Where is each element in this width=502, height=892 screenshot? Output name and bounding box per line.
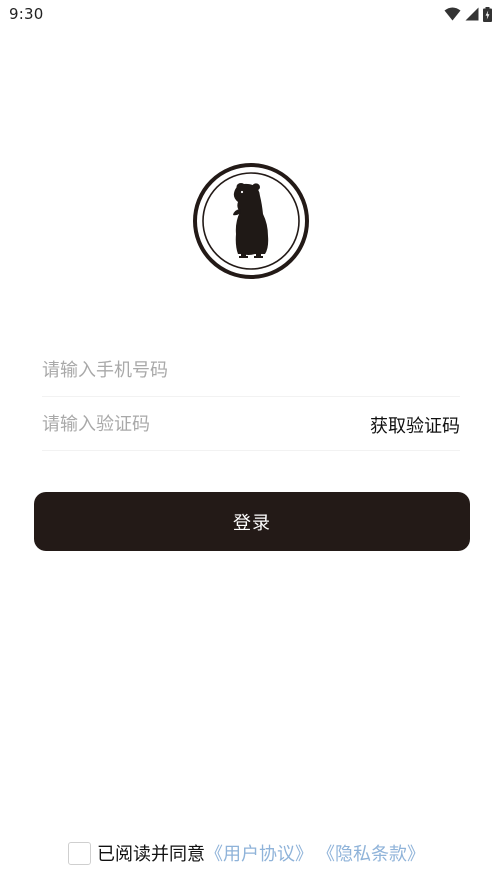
login-screen: 9:30 请输入手机号码 请输入验证码 获取验证码 登录 已阅读并同意 《用户协… — [0, 0, 502, 892]
cell-signal-icon — [465, 7, 479, 21]
phone-input[interactable] — [42, 360, 322, 381]
wifi-icon — [444, 7, 461, 21]
hamster-logo-icon — [192, 162, 310, 280]
login-button[interactable]: 登录 — [34, 492, 470, 551]
get-code-button[interactable]: 获取验证码 — [370, 412, 460, 438]
status-icons — [444, 6, 492, 22]
agreement-text: 已阅读并同意 — [97, 844, 205, 865]
verification-code-input[interactable] — [42, 414, 322, 435]
user-agreement-link[interactable]: 《用户协议》 — [205, 840, 313, 866]
status-time: 9:30 — [9, 5, 44, 23]
status-bar: 9:30 — [0, 0, 502, 28]
agreement-checkbox[interactable] — [68, 841, 91, 865]
code-field: 获取验证码 — [42, 399, 460, 451]
phone-field — [42, 345, 460, 397]
privacy-policy-link[interactable]: 《隐私条款》 — [317, 840, 425, 866]
agreement-row: 已阅读并同意 《用户协议》 《隐私条款》 — [68, 840, 425, 866]
battery-charging-icon — [483, 6, 492, 22]
